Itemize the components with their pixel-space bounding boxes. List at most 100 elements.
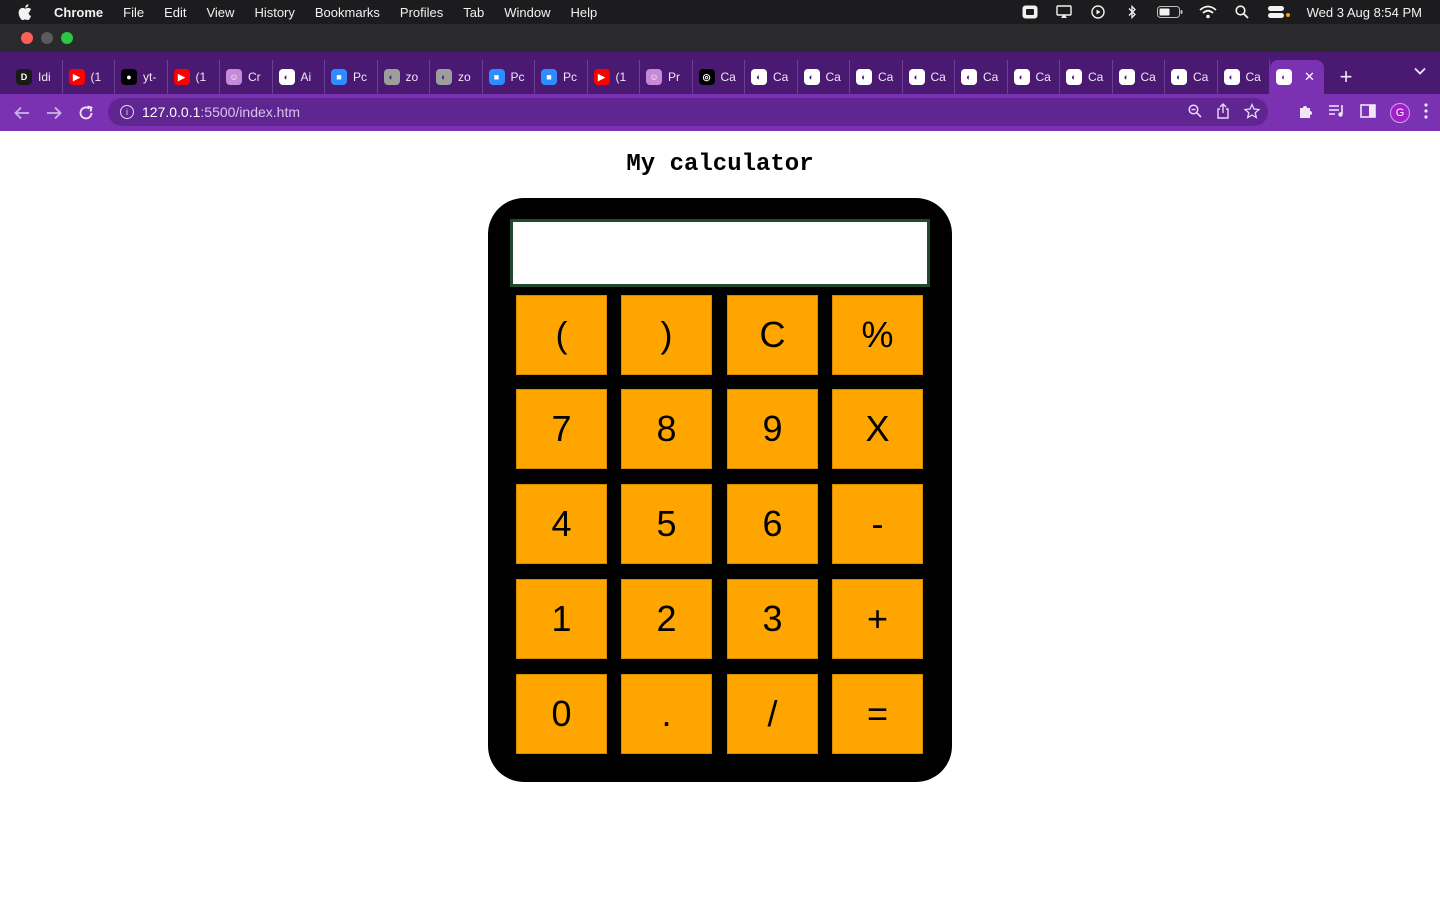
digit-6-button[interactable]: 6	[727, 484, 818, 564]
digit-9-button[interactable]: 9	[727, 389, 818, 469]
macos-menu-bar: Chrome File Edit View History Bookmarks …	[0, 0, 1440, 24]
browser-tab[interactable]: ◐ Ca	[1008, 60, 1060, 94]
url-host: 127.0.0.1	[142, 104, 201, 120]
digit-0-button[interactable]: 0	[516, 674, 607, 754]
browser-tab[interactable]: ◐ Ca	[1113, 60, 1165, 94]
screen-record-icon[interactable]	[1021, 5, 1039, 19]
clear-button[interactable]: C	[727, 295, 818, 375]
browser-tab[interactable]: ■ Pc	[325, 60, 378, 94]
bookmark-star-icon[interactable]	[1243, 102, 1261, 122]
add-button[interactable]: +	[832, 579, 923, 659]
browser-tab[interactable]: ◐ Ai	[273, 60, 325, 94]
digit-4-button[interactable]: 4	[516, 484, 607, 564]
menu-bar-clock[interactable]: Wed 3 Aug 8:54 PM	[1307, 5, 1422, 20]
bluetooth-icon[interactable]	[1123, 5, 1141, 19]
apple-icon[interactable]	[18, 4, 40, 20]
reload-icon[interactable]	[70, 99, 102, 127]
calculator-display[interactable]	[510, 219, 930, 287]
new-tab-button[interactable]: +	[1328, 60, 1364, 94]
page-title: My calculator	[626, 151, 814, 178]
browser-tab[interactable]: D Idi	[10, 60, 63, 94]
digit-5-button[interactable]: 5	[621, 484, 712, 564]
menu-tab[interactable]: Tab	[463, 5, 484, 20]
browser-tab[interactable]: ▶ (1	[588, 60, 640, 94]
menu-bookmarks[interactable]: Bookmarks	[315, 5, 380, 20]
share-icon[interactable]	[1216, 102, 1230, 122]
browser-tab[interactable]: ◐ Ca	[903, 60, 955, 94]
browser-tab[interactable]: ▶ (1	[168, 60, 220, 94]
browser-tab[interactable]: ◐ Ca	[798, 60, 850, 94]
browser-tab[interactable]: ☺ Pr	[640, 60, 693, 94]
zoom-icon: ■	[331, 69, 347, 85]
browser-tab[interactable]: ◐ Ca	[745, 60, 798, 94]
menu-edit[interactable]: Edit	[164, 5, 186, 20]
browser-tab[interactable]: ◎ Ca	[693, 60, 745, 94]
menu-file[interactable]: File	[123, 5, 144, 20]
browser-tab[interactable]: ◐ zo	[378, 60, 430, 94]
digit-3-button[interactable]: 3	[727, 579, 818, 659]
tab-title: Idi	[38, 70, 51, 84]
menu-profiles[interactable]: Profiles	[400, 5, 443, 20]
digit-8-button[interactable]: 8	[621, 389, 712, 469]
active-browser-tab[interactable]: ◐ ✕	[1270, 60, 1324, 94]
extensions-puzzle-icon[interactable]	[1298, 103, 1314, 122]
equals-button[interactable]: =	[832, 674, 923, 754]
tab-title: (1	[615, 70, 627, 84]
close-window-button[interactable]	[21, 32, 33, 44]
globe-icon: ◐	[856, 69, 872, 85]
address-bar[interactable]: i 127.0.0.1:5500/index.htm	[108, 98, 1268, 126]
battery-icon[interactable]	[1156, 5, 1183, 19]
media-controls-icon[interactable]	[1328, 104, 1346, 121]
browser-tab[interactable]: ▶ (1	[63, 60, 115, 94]
subtract-button[interactable]: -	[832, 484, 923, 564]
openai-icon: ◎	[698, 69, 715, 85]
browser-tab[interactable]: ☺ Cr	[220, 60, 273, 94]
tab-title: Pc	[353, 70, 368, 84]
browser-tab[interactable]: ◐ Ca	[1060, 60, 1113, 94]
browser-tab[interactable]: ◐ Ca	[955, 60, 1008, 94]
tab-title: Ca	[930, 70, 946, 84]
spotlight-search-icon[interactable]	[1233, 5, 1251, 19]
forward-icon[interactable]	[38, 99, 70, 127]
browser-tab[interactable]: ■ Pc	[483, 60, 535, 94]
side-panel-icon[interactable]	[1360, 104, 1376, 121]
menu-history[interactable]: History	[254, 5, 294, 20]
digit-2-button[interactable]: 2	[621, 579, 712, 659]
close-tab-icon[interactable]: ✕	[1304, 69, 1315, 85]
open-paren-button[interactable]: (	[516, 295, 607, 375]
zoom-icon[interactable]	[1188, 103, 1202, 121]
profile-avatar[interactable]: G	[1390, 102, 1410, 123]
globe-icon: ◐	[436, 69, 452, 85]
menu-app-name[interactable]: Chrome	[54, 5, 103, 20]
browser-tab[interactable]: ◐ Ca	[850, 60, 903, 94]
percent-button[interactable]: %	[832, 295, 923, 375]
menu-view[interactable]: View	[206, 5, 234, 20]
browser-tab[interactable]: ◐ Ca	[1218, 60, 1270, 94]
browser-tab[interactable]: ◐ zo	[430, 60, 483, 94]
browser-tab[interactable]: ● yt-	[115, 60, 168, 94]
browser-tab[interactable]: ■ Pc	[535, 60, 588, 94]
menu-window[interactable]: Window	[504, 5, 550, 20]
divide-button[interactable]: /	[727, 674, 818, 754]
tab-title: Ca	[1245, 70, 1261, 84]
site-info-icon[interactable]: i	[120, 105, 134, 119]
globe-icon: ◐	[278, 69, 295, 85]
back-icon[interactable]	[6, 99, 38, 127]
tab-search-chevron-icon[interactable]	[1414, 64, 1426, 78]
fullscreen-window-button[interactable]	[61, 32, 73, 44]
wifi-icon[interactable]	[1199, 5, 1217, 19]
minimize-window-button[interactable]	[41, 32, 53, 44]
close-paren-button[interactable]: )	[621, 295, 712, 375]
airplay-icon[interactable]	[1055, 5, 1073, 19]
multiply-button[interactable]: X	[832, 389, 923, 469]
browser-tab[interactable]: ◐ Ca	[1165, 60, 1218, 94]
decimal-point-button[interactable]: .	[621, 674, 712, 754]
menu-help[interactable]: Help	[571, 5, 598, 20]
zoom-icon: ■	[488, 69, 505, 85]
digit-1-button[interactable]: 1	[516, 579, 607, 659]
control-center-icon[interactable]	[1267, 5, 1291, 19]
play-circle-icon[interactable]	[1089, 5, 1107, 19]
digit-7-button[interactable]: 7	[516, 389, 607, 469]
chrome-menu-icon[interactable]	[1424, 103, 1428, 122]
window-title-strip	[0, 24, 1440, 52]
